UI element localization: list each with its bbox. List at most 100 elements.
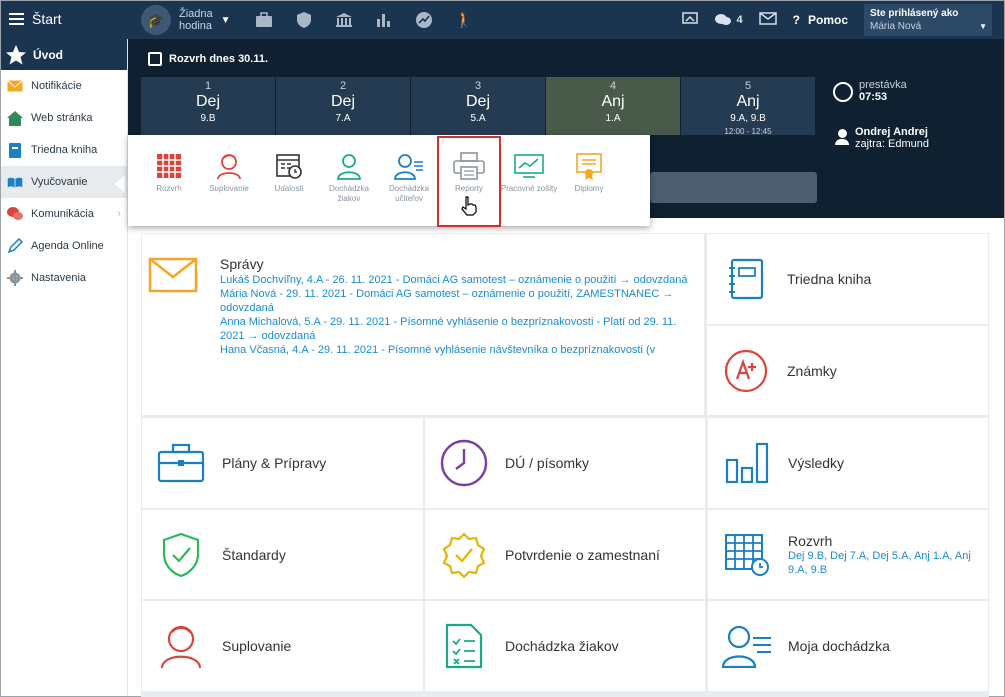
sidebar-item-uvod[interactable]: Úvod <box>1 39 127 70</box>
message-link[interactable]: Lukáš Dochvíľny, 4.A - 26. 11. 2021 - Do… <box>220 273 690 287</box>
sidebar-item-triedna-kniha[interactable]: Triedna kniha <box>1 134 127 166</box>
lesson-card[interactable]: 5 Anj 9.A, 9.B 12:00 - 12:45 <box>681 77 815 136</box>
clock-icon <box>833 82 853 102</box>
user-menu[interactable]: Ste prihlásený ako Mária Nová ▼ <box>864 4 992 36</box>
open-book-icon <box>7 174 23 190</box>
grid-icon <box>139 151 199 181</box>
logged-label: Ste prihlásený ako <box>870 8 959 19</box>
sidebar-item-vyucovanie[interactable]: Vyučovanie <box>1 166 127 198</box>
break-label: prestávka <box>859 79 907 91</box>
house-icon <box>7 110 23 126</box>
sidebar-item-nastavenia[interactable]: Nastavenia <box>1 262 127 294</box>
card-title: DÚ / písomky <box>505 455 590 471</box>
sidebar-item-agenda[interactable]: Agenda Online <box>1 230 127 262</box>
cast-icon[interactable] <box>681 11 698 29</box>
grade-a-plus-icon <box>715 346 777 396</box>
lesson-class: 1.A <box>605 113 621 124</box>
schedule-title: Rozvrh dnes 30.11. <box>148 52 268 66</box>
submenu-rozvrh[interactable]: Rozvrh <box>139 135 199 226</box>
shield-icon[interactable] <box>294 10 314 30</box>
card-title: Suplovanie <box>222 638 292 654</box>
teacher-tomorrow: zajtra: Edmund <box>855 138 929 150</box>
submenu-reporty[interactable]: Reporty <box>437 136 501 227</box>
lessons-row: 1 Dej 9.B 2 Dej 7.A 3 Dej 5.A 4 Anj 1.A 5 Anj 9.A,… <box>141 77 815 136</box>
book-icon <box>7 142 23 158</box>
help-label: Pomoc <box>807 13 848 27</box>
card-standardy[interactable]: Štandardy <box>142 510 423 599</box>
substitute-person-icon <box>150 621 212 671</box>
sidebar-item-web[interactable]: Web stránka <box>1 102 127 134</box>
lesson-class: 5.A <box>470 113 486 124</box>
card-title: Plány & Prípravy <box>222 455 327 471</box>
bank-icon[interactable] <box>334 10 354 30</box>
lesson-card[interactable]: 2 Dej 7.A <box>276 77 410 135</box>
submenu-dochadzka-ucitelov[interactable]: Dochádzka učiteľov <box>379 135 439 226</box>
teacher-list-icon <box>379 151 439 181</box>
card-vysledky[interactable]: Výsledky <box>708 418 988 508</box>
briefcase-icon <box>150 438 212 488</box>
pen-icon <box>7 238 23 254</box>
submenu-label: Pracovné zošity <box>500 184 558 193</box>
card-suplovanie[interactable]: Suplovanie <box>142 601 423 691</box>
card-title: Potvrdenie o zamestnaní <box>505 546 660 563</box>
card-triedna-kniha[interactable]: Triedna kniha <box>707 234 988 324</box>
lesson-number: 4 <box>609 80 617 92</box>
card-title: Známky <box>787 362 837 379</box>
card-title: Rozvrh <box>788 532 833 549</box>
message-link[interactable]: Mária Nová - 29. 11. 2021 - Domáci AG sa… <box>220 287 690 315</box>
notebook-icon <box>715 254 777 304</box>
trend-icon[interactable] <box>414 10 434 30</box>
card-title: Výsledky <box>788 455 845 471</box>
submenu-suplovanie[interactable]: Suplovanie <box>199 135 259 226</box>
lesson-number: 3 <box>474 80 482 92</box>
hero-search-bar[interactable] <box>650 172 817 203</box>
message-link[interactable]: Anna Michalová, 5.A - 29. 11. 2021 - Pís… <box>220 315 690 343</box>
submenu-label: Dochádzka učiteľov <box>388 184 430 203</box>
start-label: Štart <box>32 11 62 27</box>
submenu-udalosti[interactable]: Udalosti <box>259 135 319 226</box>
card-title: Štandardy <box>222 546 286 563</box>
schedule-grid-icon <box>716 530 778 580</box>
popup-pointer <box>115 175 125 193</box>
card-moja-dochadzka[interactable]: Moja dochádzka <box>708 601 988 691</box>
sidebar-head-label: Úvod <box>33 47 63 62</box>
hodina-selector[interactable]: 🎓 Žiadna hodina ▼ <box>141 5 231 35</box>
calendar-icon <box>148 52 162 66</box>
bar-chart-icon[interactable] <box>374 10 394 30</box>
lesson-subject: Dej <box>195 93 220 110</box>
lesson-card-current[interactable]: 4 Anj 1.A <box>546 77 680 135</box>
message-link[interactable]: Hana Včasná, 4.A - 29. 11. 2021 - Písomn… <box>220 343 692 357</box>
submenu-diplomy[interactable]: Diplomy <box>559 135 619 226</box>
walking-people-icon[interactable]: 🚶 <box>454 10 474 30</box>
chevron-down-icon: ▼ <box>979 22 987 31</box>
sidebar-item-notifikacie[interactable]: Notifikácie <box>1 70 127 102</box>
mail-icon[interactable] <box>758 12 777 28</box>
help-button[interactable]: ? Pomoc <box>793 13 848 27</box>
start-button[interactable]: Štart <box>9 11 62 27</box>
submenu-dochadzka-ziakov[interactable]: Dochádzka žiakov <box>319 135 379 226</box>
lesson-card[interactable]: 1 Dej 9.B <box>141 77 275 135</box>
card-plany[interactable]: Plány & Prípravy <box>142 418 423 508</box>
chevron-right-icon: › <box>117 208 121 220</box>
chat-icon <box>7 206 23 222</box>
card-title: Moja dochádzka <box>788 638 890 654</box>
lesson-subject: Dej <box>330 93 355 110</box>
messages-button[interactable]: 4 <box>714 13 743 28</box>
card-spravy[interactable]: Správy Lukáš Dochvíľny, 4.A - 26. 11. 20… <box>142 234 704 415</box>
person-icon <box>835 129 849 147</box>
card-potvrdenie[interactable]: Potvrdenie o zamestnaní <box>425 510 705 599</box>
star-icon <box>6 44 26 64</box>
card-znamky[interactable]: Známky <box>707 326 988 415</box>
card-dochadzka-ziakov[interactable]: Dochádzka žiakov <box>425 601 705 691</box>
rozvrh-lessons[interactable]: Dej 9.B, Dej 7.A, Dej 5.A, Anj 1.A, Anj … <box>788 549 973 577</box>
briefcase-icon[interactable] <box>254 10 274 30</box>
lesson-class: 9.A, 9.B <box>730 113 766 124</box>
graduation-cap-icon: 🎓 <box>141 5 171 35</box>
hodina-label: Žiadna hodina <box>179 8 213 32</box>
chat-icon <box>714 13 731 25</box>
card-rozvrh[interactable]: Rozvrh Dej 9.B, Dej 7.A, Dej 5.A, Anj 1.… <box>708 510 988 599</box>
sidebar-item-komunikacia[interactable]: Komunikácia › <box>1 198 127 230</box>
card-du-pisomky[interactable]: DÚ / písomky <box>425 418 705 508</box>
submenu-pracovne-zosity[interactable]: Pracovné zošity <box>499 135 559 226</box>
lesson-card[interactable]: 3 Dej 5.A <box>411 77 545 135</box>
